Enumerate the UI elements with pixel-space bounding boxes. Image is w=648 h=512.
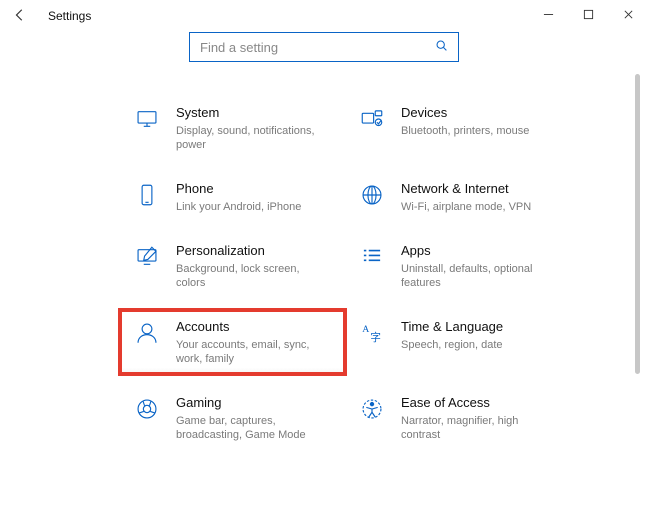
tile-desc: Link your Android, iPhone bbox=[176, 200, 301, 214]
minimize-button[interactable] bbox=[528, 9, 568, 23]
tile-devices[interactable]: Devices Bluetooth, printers, mouse bbox=[345, 96, 570, 160]
app-title: Settings bbox=[48, 9, 91, 23]
tile-title: System bbox=[176, 104, 327, 122]
devices-icon bbox=[355, 104, 389, 132]
tile-network[interactable]: Network & Internet Wi-Fi, airplane mode,… bbox=[345, 172, 570, 222]
tile-ease-of-access[interactable]: Ease of Access Narrator, magnifier, high… bbox=[345, 386, 570, 450]
tile-title: Gaming bbox=[176, 394, 327, 412]
close-icon bbox=[623, 9, 634, 20]
phone-icon bbox=[130, 180, 164, 208]
maximize-button[interactable] bbox=[568, 9, 608, 23]
personalization-icon bbox=[130, 242, 164, 270]
apps-icon bbox=[355, 242, 389, 270]
tile-title: Time & Language bbox=[401, 318, 503, 336]
window-controls bbox=[528, 9, 648, 23]
tile-desc: Speech, region, date bbox=[401, 338, 503, 352]
gaming-icon bbox=[130, 394, 164, 422]
content-area: System Display, sound, notifications, po… bbox=[0, 72, 648, 512]
tile-desc: Your accounts, email, sync, work, family bbox=[176, 338, 327, 366]
arrow-left-icon bbox=[13, 8, 27, 22]
tile-accounts[interactable]: Accounts Your accounts, email, sync, wor… bbox=[120, 310, 345, 374]
tile-system[interactable]: System Display, sound, notifications, po… bbox=[120, 96, 345, 160]
maximize-icon bbox=[583, 9, 594, 20]
titlebar: Settings bbox=[0, 0, 648, 32]
svg-text:字: 字 bbox=[370, 331, 381, 344]
tile-desc: Background, lock screen, colors bbox=[176, 262, 327, 290]
tile-title: Accounts bbox=[176, 318, 327, 336]
tile-title: Network & Internet bbox=[401, 180, 531, 198]
time-language-icon: A字 bbox=[355, 318, 389, 346]
scrollbar[interactable] bbox=[635, 74, 640, 374]
tile-desc: Uninstall, defaults, optional features bbox=[401, 262, 552, 290]
ease-of-access-icon bbox=[355, 394, 389, 422]
tile-desc: Narrator, magnifier, high contrast bbox=[401, 414, 552, 442]
settings-grid: System Display, sound, notifications, po… bbox=[0, 72, 648, 450]
tile-title: Ease of Access bbox=[401, 394, 552, 412]
accounts-icon bbox=[130, 318, 164, 346]
svg-text:A: A bbox=[362, 324, 369, 335]
tile-title: Personalization bbox=[176, 242, 327, 260]
tile-time-language[interactable]: A字 Time & Language Speech, region, date bbox=[345, 310, 570, 374]
tile-phone[interactable]: Phone Link your Android, iPhone bbox=[120, 172, 345, 222]
tile-desc: Wi-Fi, airplane mode, VPN bbox=[401, 200, 531, 214]
tile-title: Phone bbox=[176, 180, 301, 198]
tile-desc: Game bar, captures, broadcasting, Game M… bbox=[176, 414, 327, 442]
minimize-icon bbox=[543, 9, 554, 20]
tile-desc: Display, sound, notifications, power bbox=[176, 124, 327, 152]
search-placeholder: Find a setting bbox=[200, 40, 278, 55]
tile-gaming[interactable]: Gaming Game bar, captures, broadcasting,… bbox=[120, 386, 345, 450]
close-button[interactable] bbox=[608, 9, 648, 23]
back-button[interactable] bbox=[0, 8, 40, 25]
tile-desc: Bluetooth, printers, mouse bbox=[401, 124, 529, 138]
tile-title: Apps bbox=[401, 242, 552, 260]
search-wrap: Find a setting bbox=[0, 32, 648, 62]
system-icon bbox=[130, 104, 164, 132]
tile-title: Devices bbox=[401, 104, 529, 122]
network-icon bbox=[355, 180, 389, 208]
tile-apps[interactable]: Apps Uninstall, defaults, optional featu… bbox=[345, 234, 570, 298]
search-icon bbox=[435, 39, 448, 55]
search-input[interactable]: Find a setting bbox=[189, 32, 459, 62]
tile-personalization[interactable]: Personalization Background, lock screen,… bbox=[120, 234, 345, 298]
